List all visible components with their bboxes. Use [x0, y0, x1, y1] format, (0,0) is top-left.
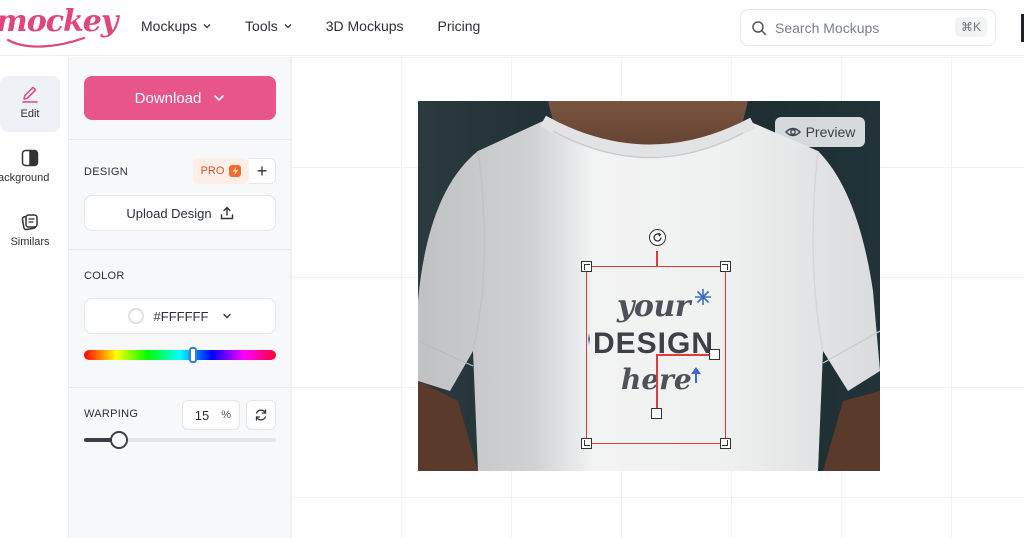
guide-line-horizontal [656, 354, 716, 356]
lightning-icon [229, 165, 242, 177]
design-text-design: DESIGN [593, 327, 715, 360]
nav-tools[interactable]: Tools [245, 18, 292, 34]
nav-pricing-label: Pricing [437, 18, 481, 34]
color-swatch [127, 308, 144, 324]
add-design-button[interactable]: + [249, 158, 276, 184]
chevron-down-icon [203, 24, 211, 29]
preview-button[interactable]: Preview [775, 117, 865, 147]
rail-item-label: Similars [10, 236, 50, 248]
rail-item-background[interactable]: Background [0, 140, 60, 196]
nav-mockups-label: Mockups [141, 18, 198, 34]
arrow-up-icon [691, 367, 701, 383]
resize-handle-bottom-right[interactable] [720, 438, 731, 449]
upload-design-button[interactable]: Upload Design [84, 195, 276, 231]
mockey-logo[interactable]: mockey [0, 4, 118, 39]
nav-mockups[interactable]: Mockups [141, 18, 211, 34]
color-select[interactable]: #FFFFFF [84, 298, 276, 334]
search-shortcut-badge: ⌘K [954, 17, 987, 37]
search-box[interactable]: ⌘K [740, 9, 996, 46]
guide-line-vertical [656, 354, 658, 410]
nav-3d-mockups[interactable]: 3D Mockups [326, 18, 404, 34]
design-text-your: your [617, 289, 691, 324]
logo-swash-icon [6, 36, 86, 48]
rail-item-label: Edit [20, 108, 40, 120]
pro-badge[interactable]: PRO [193, 158, 249, 184]
nav-tools-label: Tools [245, 18, 278, 34]
upload-design-label: Upload Design [126, 205, 212, 221]
resize-handle-bottom-left[interactable] [581, 438, 592, 449]
star-icon [588, 333, 590, 345]
reset-warping-button[interactable] [246, 400, 276, 430]
download-button[interactable]: Download [84, 76, 276, 120]
similars-icon [21, 214, 38, 231]
pro-label: PRO [200, 165, 225, 177]
resize-handle-top-left[interactable] [581, 261, 592, 272]
resize-handle-top-right[interactable] [720, 261, 731, 272]
rotate-stem [656, 251, 658, 267]
divider [69, 387, 291, 388]
search-icon [752, 20, 767, 35]
pencil-icon [22, 86, 38, 103]
rail-item-similars[interactable]: Similars [0, 204, 60, 260]
hue-slider-handle[interactable] [189, 347, 198, 363]
design-selection-frame[interactable]: your DESIGN here [581, 229, 731, 449]
chevron-down-icon [214, 95, 225, 102]
tshirt-mockup-image: Preview your DESIGN here [418, 101, 880, 471]
rail-item-label: Background [0, 172, 50, 184]
refresh-icon [255, 409, 267, 421]
edit-panel: Download DESIGN PRO + Upload Design COLO… [69, 57, 291, 538]
rail-item-edit[interactable]: Edit [0, 76, 60, 132]
divider [69, 249, 291, 250]
divider [69, 139, 291, 140]
warping-slider-handle[interactable] [109, 431, 128, 449]
chevron-down-icon [223, 313, 232, 319]
tool-rail: Edit Background Similars [0, 57, 69, 538]
warping-field: % [182, 400, 240, 430]
nav-pricing[interactable]: Pricing [438, 18, 481, 34]
rotate-icon [653, 232, 662, 242]
editor-canvas: Preview your DESIGN here [291, 57, 1024, 538]
rotate-handle[interactable] [649, 229, 666, 246]
download-label: Download [134, 89, 202, 107]
upload-icon [220, 206, 233, 220]
chevron-down-icon [284, 24, 292, 29]
warp-handle-right[interactable] [709, 349, 720, 360]
warp-handle-bottom[interactable] [651, 408, 662, 419]
warping-section-label: WARPING [84, 408, 139, 420]
design-section-label: DESIGN [84, 166, 128, 178]
warping-unit: % [221, 409, 231, 421]
preview-label: Preview [805, 124, 856, 140]
hue-slider[interactable] [84, 347, 276, 363]
nav-3d-mockups-label: 3D Mockups [325, 18, 404, 34]
warping-input[interactable] [183, 401, 221, 429]
color-value: #FFFFFF [153, 308, 209, 324]
sparkle-icon [695, 289, 711, 305]
warping-slider[interactable] [84, 431, 276, 449]
color-section-label: COLOR [84, 270, 125, 282]
main-nav: Mockups Tools 3D Mockups Pricing [141, 18, 514, 34]
eye-icon [784, 127, 801, 137]
background-icon [21, 149, 39, 167]
search-input[interactable] [775, 19, 945, 36]
top-header: mockey Mockups Tools 3D Mockups Pricing … [0, 0, 1024, 56]
